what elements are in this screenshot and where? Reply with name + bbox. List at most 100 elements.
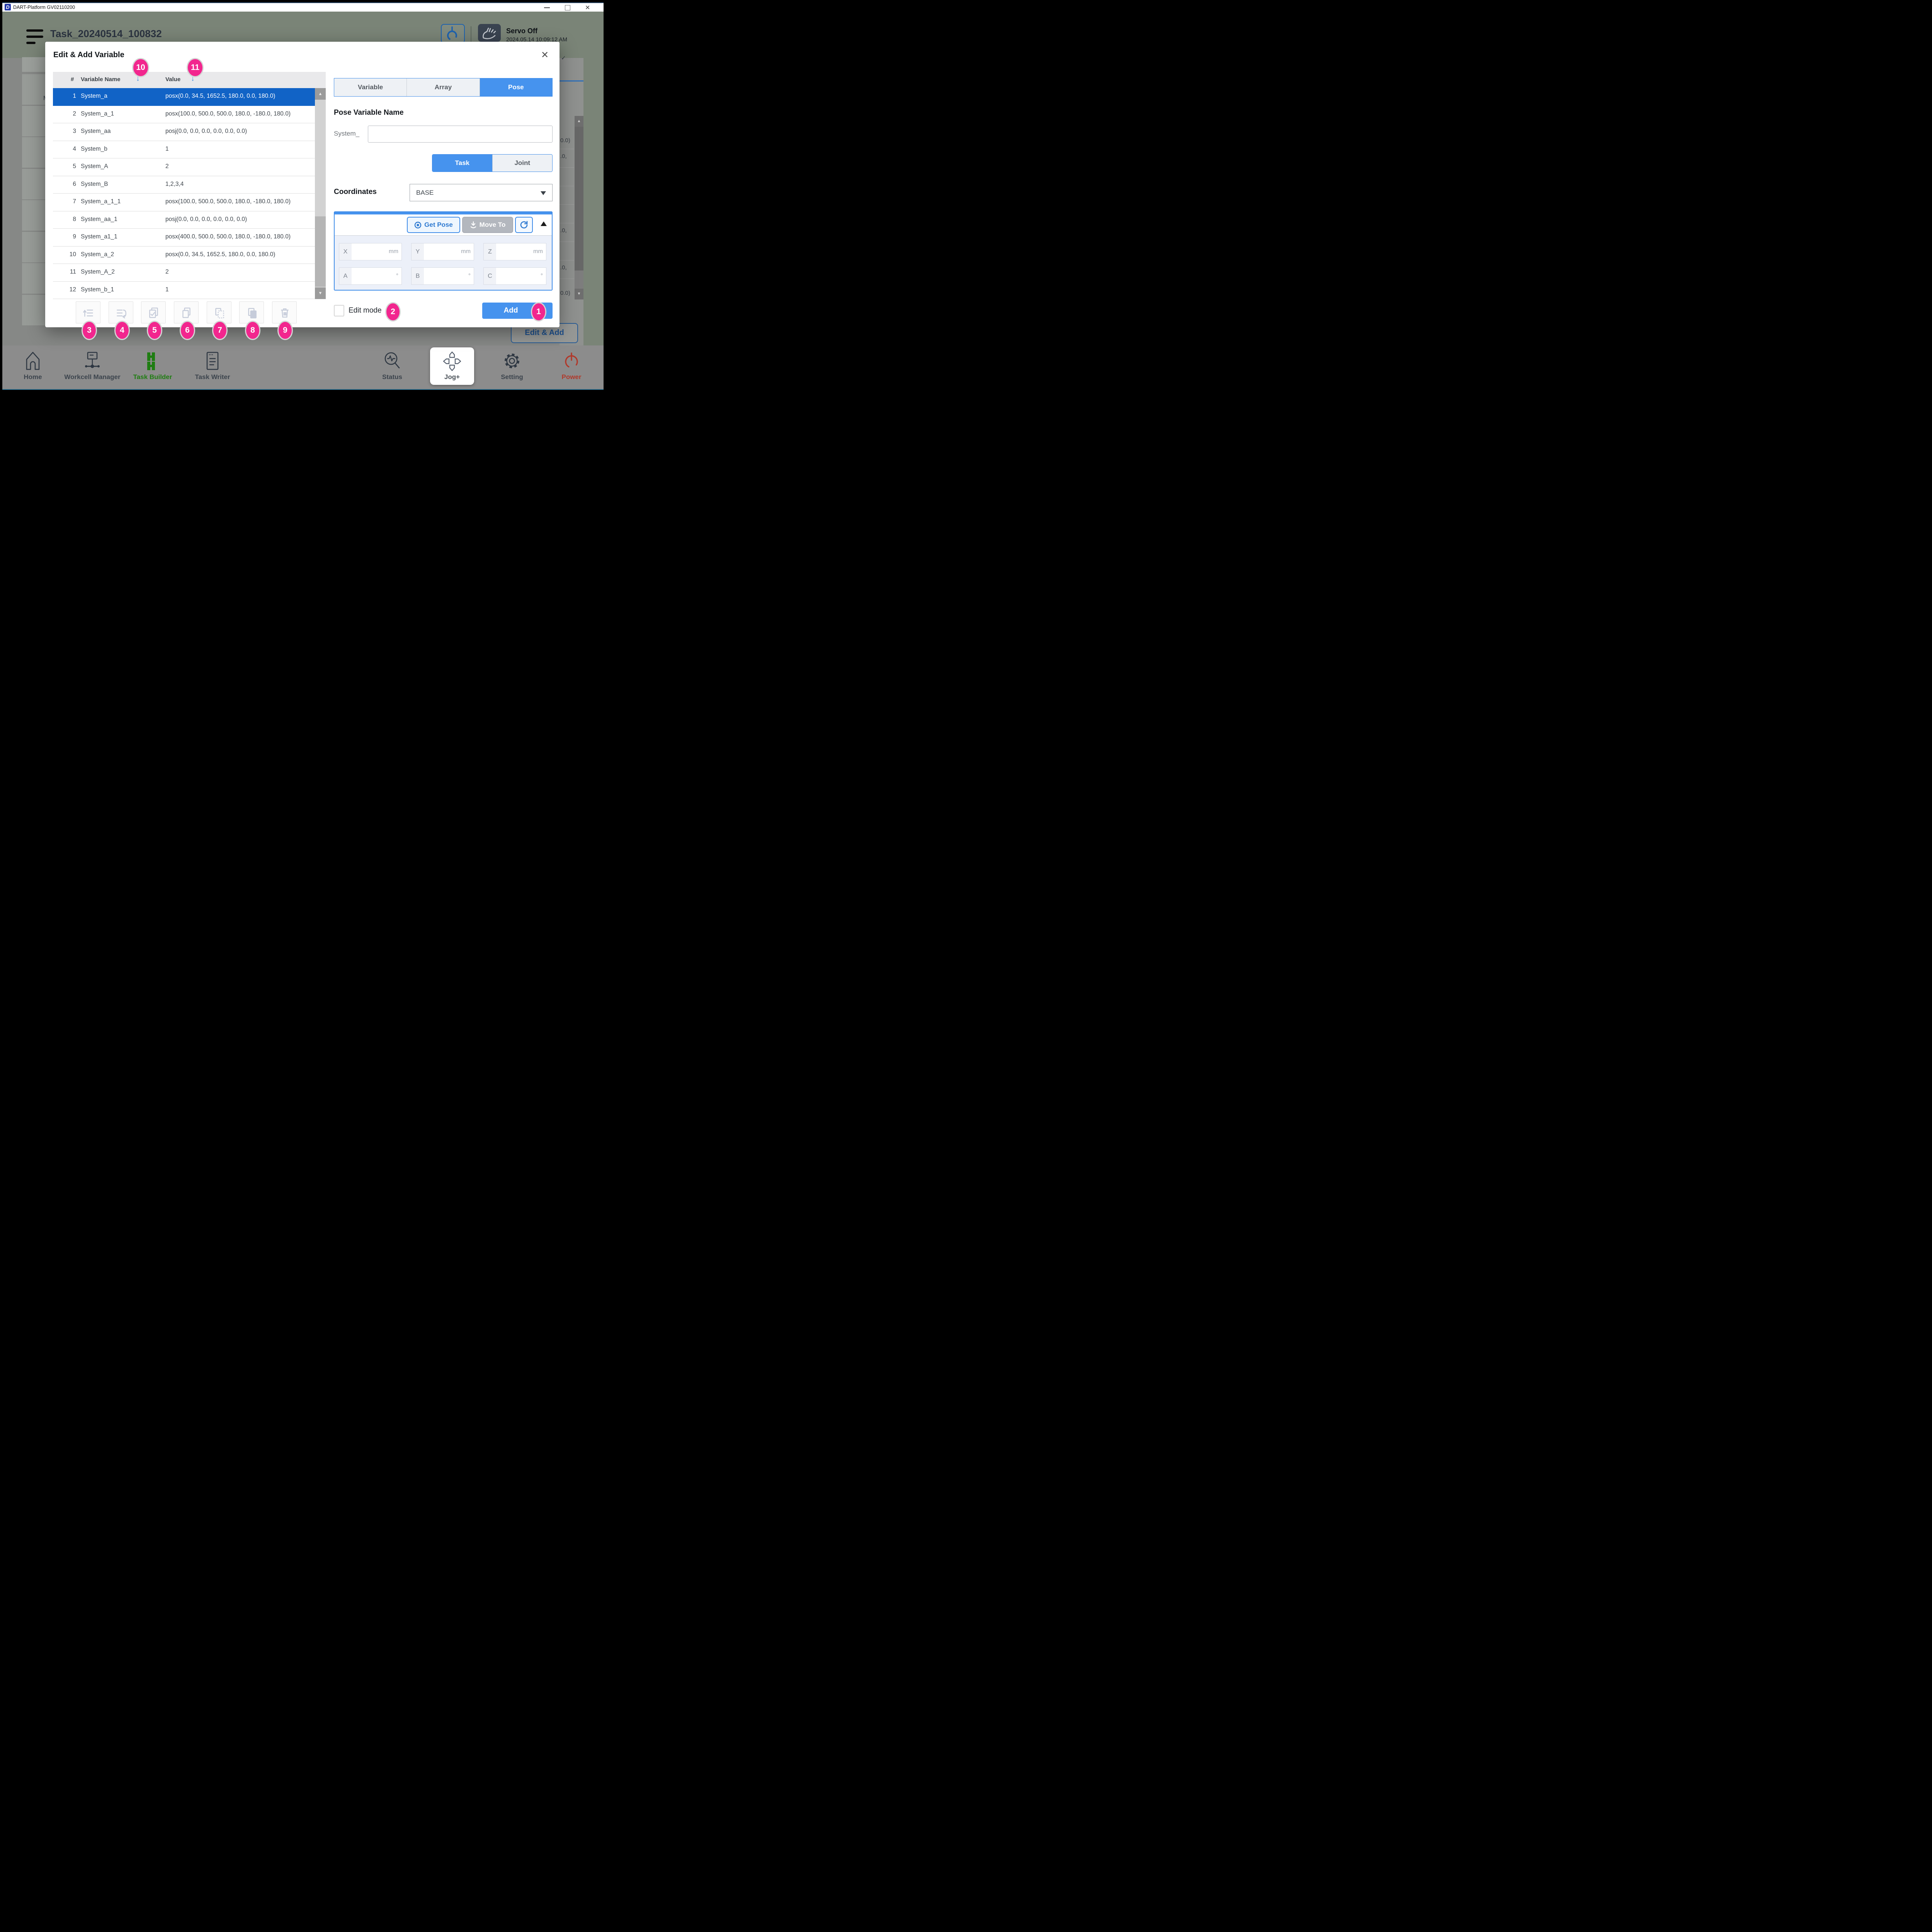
tab-variable[interactable]: Variable <box>334 78 407 96</box>
power-icon <box>562 351 581 371</box>
pose-y-input[interactable]: Y mm <box>411 243 474 260</box>
table-row[interactable]: 8System_aa_1posj(0.0, 0.0, 0.0, 0.0, 0.0… <box>53 211 315 229</box>
status-icon <box>383 351 401 371</box>
pose-c-input[interactable]: C ° <box>483 267 546 285</box>
pose-variable-name-label: Pose Variable Name <box>334 109 404 117</box>
table-scroll-up-icon[interactable]: ▲ <box>315 88 326 100</box>
coordinates-dropdown[interactable]: BASE <box>410 184 553 201</box>
table-row[interactable]: 6System_B1,2,3,4 <box>53 176 315 194</box>
table-row[interactable]: 4System_b1 <box>53 141 315 159</box>
table-row[interactable]: 7System_a_1_1posx(100.0, 500.0, 500.0, 1… <box>53 194 315 211</box>
nav-workcell-label: Workcell Manager <box>58 373 127 381</box>
scroll-down-icon[interactable]: ▼ <box>575 289 583 299</box>
table-scrollbar-thumb[interactable] <box>315 216 326 287</box>
refresh-icon <box>519 220 529 230</box>
download-arrow-icon <box>470 221 477 229</box>
table-row[interactable]: 1System_aposx(0.0, 34.5, 1652.5, 180.0, … <box>53 88 315 106</box>
hand-guide-button[interactable] <box>478 24 501 42</box>
nav-jog-button[interactable]: Jog+ <box>430 347 474 385</box>
home-icon <box>24 351 42 371</box>
window-title: DART-Platform GV02110200 <box>13 5 75 10</box>
annotation-badge-10: 10 <box>132 58 149 77</box>
column-header-name[interactable]: Variable Name <box>81 76 121 83</box>
window-close-icon[interactable]: ✕ <box>585 4 590 12</box>
task-joint-toggle: Task Joint <box>432 154 553 172</box>
coordinates-value: BASE <box>416 189 434 197</box>
collapse-panel-icon[interactable] <box>541 221 547 226</box>
pose-z-input[interactable]: Z mm <box>483 243 546 260</box>
background-panel-accent-line <box>560 80 583 82</box>
annotation-badge-1: 1 <box>531 302 546 321</box>
page-title: Task_20240514_100832 <box>50 28 162 40</box>
column-header-num: # <box>71 76 74 83</box>
get-pose-button[interactable]: Get Pose <box>407 217 460 233</box>
dialog-close-icon[interactable]: ✕ <box>541 49 549 61</box>
row-outdent-button[interactable] <box>76 301 100 323</box>
edit-mode-checkbox[interactable] <box>334 305 344 316</box>
minimize-icon[interactable] <box>544 7 550 8</box>
background-scrollbar-thumb[interactable] <box>575 127 583 270</box>
copy-button[interactable] <box>174 301 199 323</box>
nav-task-writer-label: Task Writer <box>189 373 236 381</box>
copy-checked-button[interactable] <box>141 301 166 323</box>
background-partial-value: .0, <box>560 264 567 271</box>
background-partial-value: .0, <box>560 153 567 160</box>
table-scroll-down-icon[interactable]: ▼ <box>315 287 326 299</box>
column-header-value[interactable]: Value <box>165 76 180 83</box>
robot-gripper-button[interactable] <box>441 24 465 43</box>
workcell-manager-icon <box>83 351 102 371</box>
pose-panel-accent <box>335 212 552 214</box>
background-partial-value: .0, <box>560 227 567 234</box>
nav-task-builder-label: Task Builder <box>129 373 176 381</box>
pose-b-input[interactable]: B ° <box>411 267 474 285</box>
delete-row-button[interactable] <box>272 301 297 323</box>
variable-table: 1System_aposx(0.0, 34.5, 1652.5, 180.0, … <box>53 88 315 299</box>
row-separator <box>560 204 574 205</box>
variable-name-prefix: System_ <box>334 130 359 138</box>
annotation-badge-7: 7 <box>212 321 228 340</box>
application-window: D DART-Platform GV02110200 ✕ Task_202405… <box>0 0 606 393</box>
scroll-up-icon[interactable]: ▲ <box>575 116 583 127</box>
annotation-badge-3: 3 <box>82 321 97 340</box>
nav-status-label: Status <box>373 373 412 381</box>
background-partial-value: 0.0) <box>560 290 570 296</box>
coordinates-label: Coordinates <box>334 188 377 196</box>
edit-mode-label: Edit mode <box>349 306 382 315</box>
window-titlebar <box>2 3 604 12</box>
background-check-mark: ✓ <box>561 54 566 61</box>
toggle-task[interactable]: Task <box>432 155 493 172</box>
servo-status: Servo Off <box>506 27 537 35</box>
row-move-button[interactable] <box>109 301 133 323</box>
radio-target-icon <box>414 221 422 229</box>
table-row[interactable]: 5System_A2 <box>53 158 315 176</box>
jog-dpad-icon <box>443 351 461 371</box>
tab-pose[interactable]: Pose <box>480 78 552 96</box>
annotation-badge-4: 4 <box>114 321 130 340</box>
paste-selection-button[interactable] <box>207 301 231 323</box>
dialog-title: Edit & Add Variable <box>53 51 124 60</box>
pose-x-input[interactable]: X mm <box>339 243 402 260</box>
move-to-button[interactable]: Move To <box>462 217 513 233</box>
nav-power-label: Power <box>552 373 591 381</box>
table-row[interactable]: 9System_a1_1posx(400.0, 500.0, 500.0, 18… <box>53 229 315 247</box>
refresh-pose-button[interactable] <box>515 217 533 233</box>
table-row[interactable]: 2System_a_1posx(100.0, 500.0, 500.0, 180… <box>53 106 315 124</box>
paste-button[interactable] <box>239 301 264 323</box>
setting-gear-icon <box>503 351 521 371</box>
pose-a-input[interactable]: A ° <box>339 267 402 285</box>
variable-type-tabs: Variable Array Pose <box>334 78 553 97</box>
table-row[interactable]: 10System_a_2posx(0.0, 34.5, 1652.5, 180.… <box>53 247 315 264</box>
toggle-joint[interactable]: Joint <box>493 155 553 172</box>
nav-jog-label: Jog+ <box>430 373 474 381</box>
pose-name-input[interactable] <box>368 126 553 143</box>
tab-array[interactable]: Array <box>407 78 480 96</box>
maximize-icon[interactable] <box>565 5 570 10</box>
table-row[interactable]: 11System_A_22 <box>53 264 315 282</box>
table-row[interactable]: 12System_b_11 <box>53 282 315 299</box>
annotation-badge-8: 8 <box>245 321 260 340</box>
annotation-badge-11: 11 <box>187 58 204 77</box>
row-separator <box>560 167 574 168</box>
nav-setting-label: Setting <box>493 373 531 381</box>
table-row[interactable]: 3System_aaposj(0.0, 0.0, 0.0, 0.0, 0.0, … <box>53 123 315 141</box>
annotation-badge-2: 2 <box>385 302 401 321</box>
